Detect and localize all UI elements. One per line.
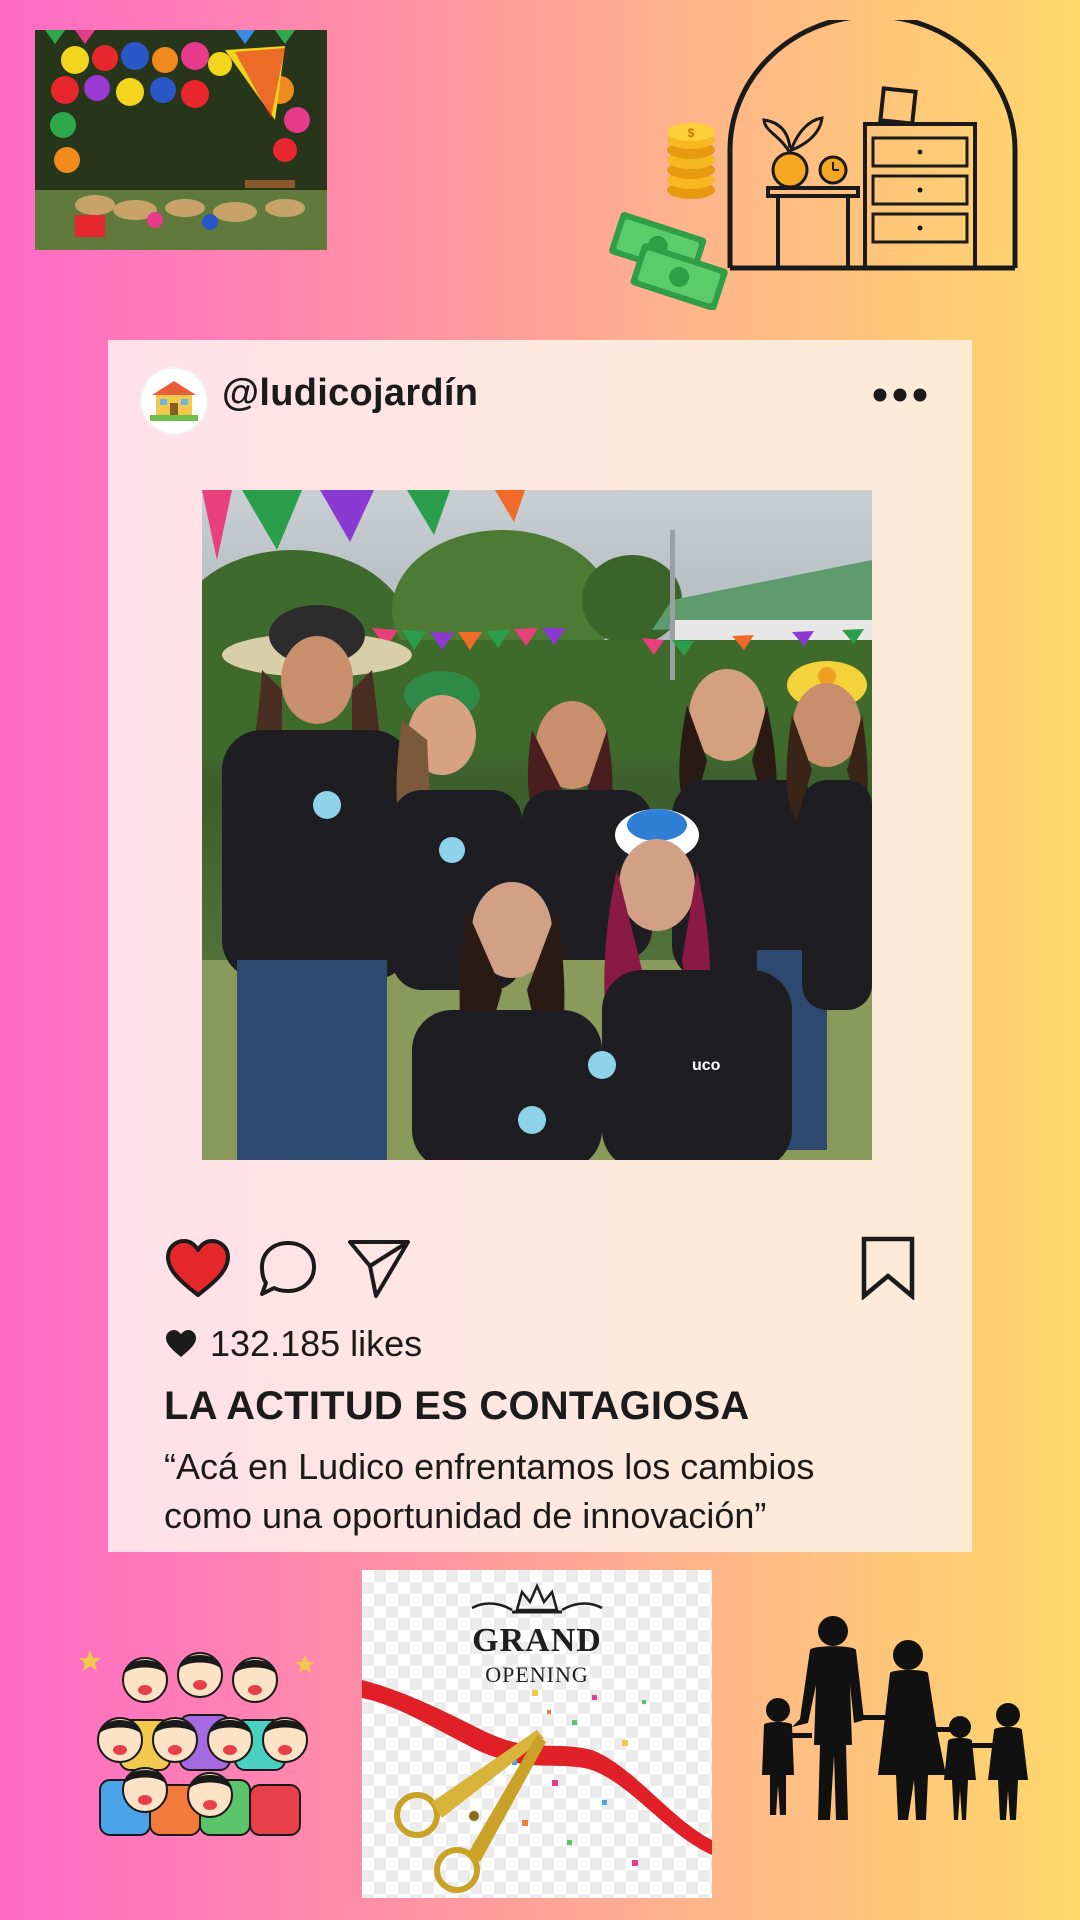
furniture-money-illustration: $ (600, 13, 1040, 311)
save-button[interactable] (860, 1236, 916, 1301)
post-heading: LA ACTITUD ES CONTAGIOSA (164, 1384, 750, 1428)
more-icon (873, 388, 927, 402)
caption-line: “Acá en Ludico enfrentamos los cambios (164, 1446, 815, 1487)
likes-count[interactable]: 132.185 likes (210, 1323, 422, 1365)
post-caption: “Acá en Ludico enfrentamos los cambios c… (164, 1442, 924, 1540)
share-button[interactable] (346, 1236, 412, 1300)
svg-text:$: $ (688, 126, 695, 140)
grand-opening-title: GRAND (472, 1622, 602, 1659)
caption-line: como una oportunidad de innovación” (164, 1495, 767, 1536)
post-card: @ludicojardín uco 132.185 likes LA ACTIT… (108, 340, 972, 1552)
like-button[interactable] (164, 1238, 232, 1300)
likes-row: 132.185 likes (164, 1322, 422, 1366)
svg-text:uco: uco (692, 1057, 721, 1074)
avatar[interactable] (140, 367, 208, 435)
heart-icon (166, 1239, 230, 1297)
post-photo[interactable]: uco (202, 490, 872, 1160)
decoration-photo (35, 30, 327, 250)
small-heart-icon (166, 1330, 196, 1357)
comment-icon (260, 1241, 316, 1296)
comment-button[interactable] (256, 1238, 320, 1300)
username[interactable]: @ludicojardín (222, 372, 478, 415)
grand-opening-subtitle: OPENING (485, 1662, 589, 1687)
send-icon (348, 1240, 410, 1298)
more-options-button[interactable] (868, 380, 932, 410)
bookmark-icon (861, 1236, 915, 1301)
family-silhouette (750, 1615, 1050, 1825)
grand-opening-card: GRAND OPENING (362, 1570, 712, 1898)
kids-illustration (79, 1640, 320, 1840)
